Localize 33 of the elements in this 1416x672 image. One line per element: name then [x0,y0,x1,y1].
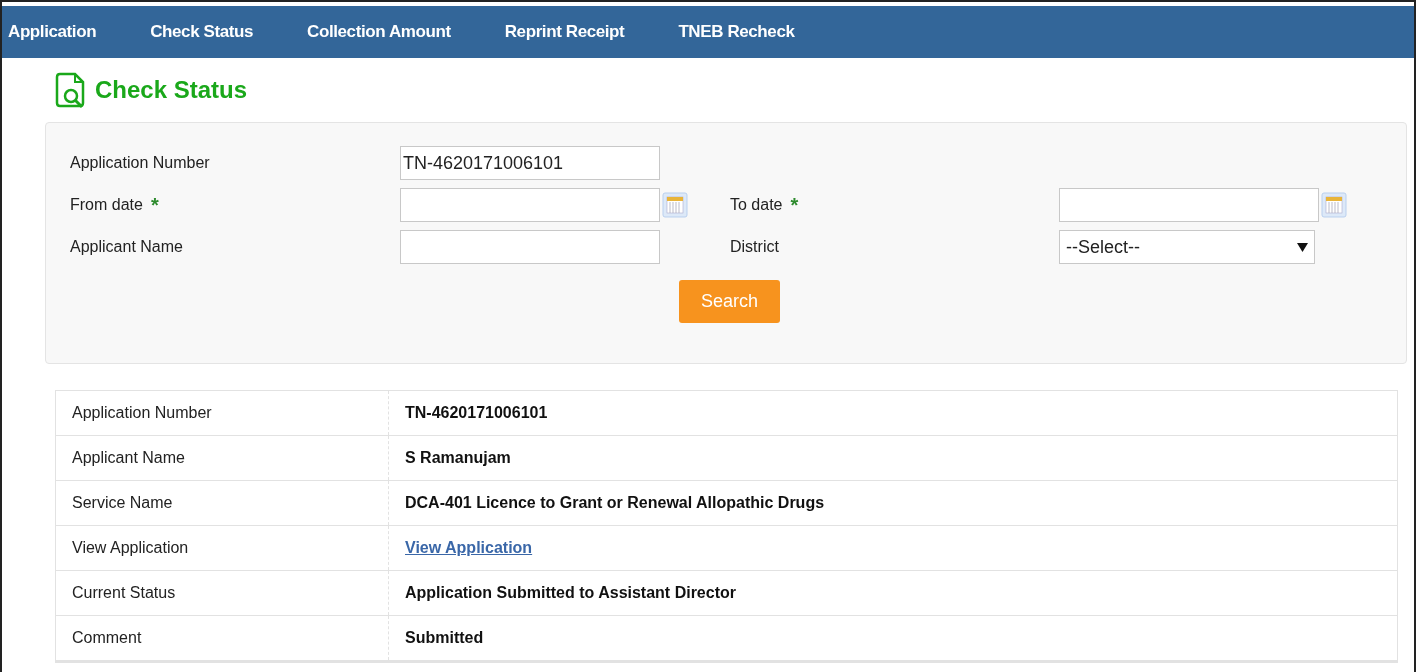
calendar-icon[interactable] [1321,192,1347,218]
input-field[interactable]: TN-4620171006101 [400,146,660,180]
nav-link[interactable]: Reprint Receipt [504,22,625,42]
table-cell: DCA-401 Licence to Grant or Renewal Allopathic Drugs [405,494,825,512]
field-label: From date [70,196,143,214]
page-title: Check Status [95,76,248,104]
table-cell: Applicant Name [56,436,389,480]
table-cell: TN-4620171006101 [405,404,548,422]
field-label: Applicant Name [70,238,183,256]
table-cell: Application Number [56,391,389,435]
field-label: To date [730,196,783,214]
nav-link[interactable]: Application [8,22,97,42]
table-cell: Application Submitted to Assistant Director [405,584,736,602]
table-cell: Service Name [56,481,389,525]
input-field[interactable] [400,230,660,264]
required-mark: * [790,193,799,217]
view-application-link[interactable]: View Application [405,539,533,557]
caret-down-icon [1297,242,1308,252]
nav-link[interactable]: Collection Amount [307,22,451,42]
field-label: District [730,238,779,256]
calendar-icon[interactable] [662,192,688,218]
table-cell: Current Status [56,571,389,615]
date-field[interactable] [400,188,660,222]
nav-link[interactable]: TNEB Recheck [678,22,795,42]
district-dropdown[interactable]: --Select-- [1059,230,1315,264]
table-cell: Comment [56,616,389,660]
table-cell: Submitted [405,629,484,647]
date-field[interactable] [1059,188,1319,222]
nav-link[interactable]: Check Status [150,22,254,42]
table-cell: View Application [56,526,389,570]
required-mark: * [150,193,159,217]
table-cell: S Ramanujam [405,449,511,467]
field-label: Application Number [70,154,210,172]
